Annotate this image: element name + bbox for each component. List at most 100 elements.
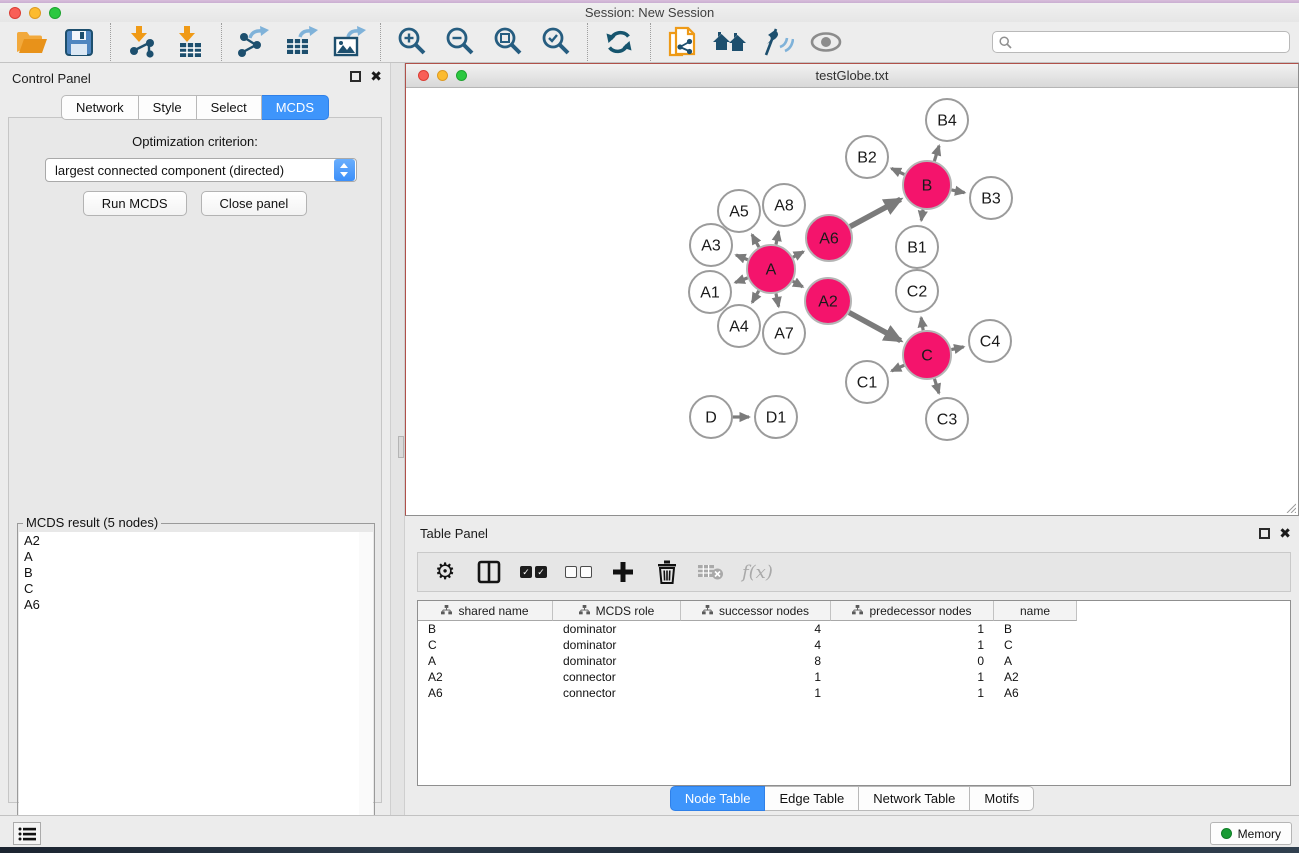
graph-edge-A-A1[interactable] <box>735 278 747 283</box>
table-cell[interactable]: 8 <box>681 653 831 669</box>
delete-button[interactable] <box>654 557 680 587</box>
graph-edge-C-C4[interactable] <box>951 347 963 350</box>
graph-edge-A-A6[interactable] <box>793 252 803 258</box>
tab-select[interactable]: Select <box>197 95 262 120</box>
clone-network-button[interactable] <box>664 25 700 59</box>
optimization-criterion-select[interactable]: largest connected component (directed) <box>45 158 357 182</box>
select-stepper-icon[interactable] <box>334 159 355 181</box>
table-cell[interactable]: dominator <box>553 637 681 653</box>
mcds-result-item[interactable]: A2 <box>19 532 359 548</box>
task-history-button[interactable] <box>13 822 41 845</box>
table-cell[interactable]: connector <box>553 669 681 685</box>
table-cell[interactable]: C <box>994 637 1077 653</box>
search-input[interactable] <box>1017 35 1283 49</box>
tab-style[interactable]: Style <box>139 95 197 120</box>
mcds-result-list[interactable]: A2ABCA6 <box>19 532 360 853</box>
table-row[interactable]: Cdominator41C <box>418 637 1077 653</box>
function-builder-button[interactable]: f(x) <box>742 557 773 587</box>
delete-table-button[interactable] <box>698 557 724 587</box>
tab-network[interactable]: Network <box>61 95 139 120</box>
graph-edge-C-C1[interactable] <box>892 365 905 371</box>
graph-edge-B-B4[interactable] <box>934 146 939 161</box>
table-cell[interactable]: A6 <box>418 685 553 701</box>
close-panel-button[interactable]: Close panel <box>201 191 308 216</box>
mcds-result-item[interactable]: C <box>19 580 359 596</box>
column-header-predecessor-nodes[interactable]: predecessor nodes <box>831 601 994 621</box>
deselect-all-button[interactable] <box>565 557 592 587</box>
export-image-button[interactable] <box>331 25 367 59</box>
float-panel-icon[interactable] <box>350 71 361 82</box>
graph-edge-A-A8[interactable] <box>776 231 779 244</box>
close-table-panel-icon[interactable]: ✖ <box>1279 528 1291 539</box>
add-column-button[interactable] <box>610 557 636 587</box>
table-cell[interactable]: 0 <box>831 653 994 669</box>
tab-edge-table[interactable]: Edge Table <box>765 786 859 811</box>
table-row[interactable]: Bdominator41B <box>418 621 1077 637</box>
zoom-selected-button[interactable] <box>538 25 574 59</box>
mcds-result-item[interactable]: A <box>19 548 359 564</box>
table-cell[interactable]: 4 <box>681 637 831 653</box>
search-field[interactable] <box>992 31 1290 53</box>
network-canvas[interactable]: B4B2BB3A8A5A6B1A3AC2A1A2A4A7C4CC1C3DD1 <box>406 88 1298 515</box>
table-cell[interactable]: 1 <box>681 685 831 701</box>
table-cell[interactable]: 1 <box>831 637 994 653</box>
table-cell[interactable]: A2 <box>994 669 1077 685</box>
select-all-button[interactable]: ✓✓ <box>520 557 547 587</box>
table-cell[interactable]: B <box>994 621 1077 637</box>
graph-edge-C-C2[interactable] <box>921 318 923 331</box>
mcds-result-item[interactable]: A6 <box>19 596 359 612</box>
column-selector-button[interactable] <box>476 557 502 587</box>
import-network-button[interactable] <box>124 25 160 59</box>
import-table-button[interactable] <box>172 25 208 59</box>
table-row[interactable]: Adominator80A <box>418 653 1077 669</box>
export-table-button[interactable] <box>283 25 319 59</box>
table-cell[interactable]: A2 <box>418 669 553 685</box>
graph-edge-A2-C[interactable] <box>849 312 901 340</box>
table-cell[interactable]: dominator <box>553 621 681 637</box>
graph-edge-B-B1[interactable] <box>921 210 923 221</box>
table-row[interactable]: A2connector11A2 <box>418 669 1077 685</box>
column-header-shared-name[interactable]: shared name <box>418 601 553 621</box>
table-cell[interactable]: 4 <box>681 621 831 637</box>
close-panel-icon[interactable]: ✖ <box>370 71 382 82</box>
resize-grip-icon[interactable] <box>1284 501 1296 513</box>
divider-handle[interactable] <box>398 436 404 458</box>
zoom-in-button[interactable] <box>394 25 430 59</box>
table-cell[interactable]: 1 <box>831 669 994 685</box>
memory-button[interactable]: Memory <box>1210 822 1292 845</box>
show-hide-button[interactable] <box>808 25 844 59</box>
zoom-fit-button[interactable] <box>490 25 526 59</box>
table-cell[interactable]: 1 <box>831 685 994 701</box>
table-cell[interactable]: A <box>418 653 553 669</box>
column-header-successor-nodes[interactable]: successor nodes <box>681 601 831 621</box>
export-network-button[interactable] <box>235 25 271 59</box>
network-window-titlebar[interactable]: testGlobe.txt <box>406 64 1298 88</box>
graph-edge-B-B2[interactable] <box>891 168 904 174</box>
tab-mcds[interactable]: MCDS <box>262 95 329 120</box>
table-cell[interactable]: C <box>418 637 553 653</box>
save-session-button[interactable] <box>61 25 97 59</box>
flag-button[interactable] <box>760 25 796 59</box>
mcds-result-item[interactable]: B <box>19 564 359 580</box>
table-row[interactable]: A6connector11A6 <box>418 685 1077 701</box>
table-settings-button[interactable]: ⚙ <box>432 557 458 587</box>
home-button[interactable] <box>712 25 748 59</box>
column-header-name[interactable]: name <box>994 601 1077 621</box>
graph-edge-A-A3[interactable] <box>736 255 748 260</box>
float-table-panel-icon[interactable] <box>1259 528 1270 539</box>
table-cell[interactable]: 1 <box>681 669 831 685</box>
table-cell[interactable]: B <box>418 621 553 637</box>
table-cell[interactable]: dominator <box>553 653 681 669</box>
mcds-result-scrollbar[interactable] <box>359 532 373 853</box>
table-cell[interactable]: A <box>994 653 1077 669</box>
graph-edge-A-A5[interactable] <box>752 235 759 247</box>
run-mcds-button[interactable]: Run MCDS <box>83 191 187 216</box>
graph-edge-B-B3[interactable] <box>951 190 964 193</box>
graph-edge-A-A2[interactable] <box>793 281 803 287</box>
graph-edge-A6-B[interactable] <box>850 199 901 226</box>
tab-network-table[interactable]: Network Table <box>859 786 970 811</box>
column-header-MCDS-role[interactable]: MCDS role <box>553 601 681 621</box>
graph-edge-C-C3[interactable] <box>934 379 938 393</box>
zoom-out-button[interactable] <box>442 25 478 59</box>
open-session-button[interactable] <box>13 25 49 59</box>
